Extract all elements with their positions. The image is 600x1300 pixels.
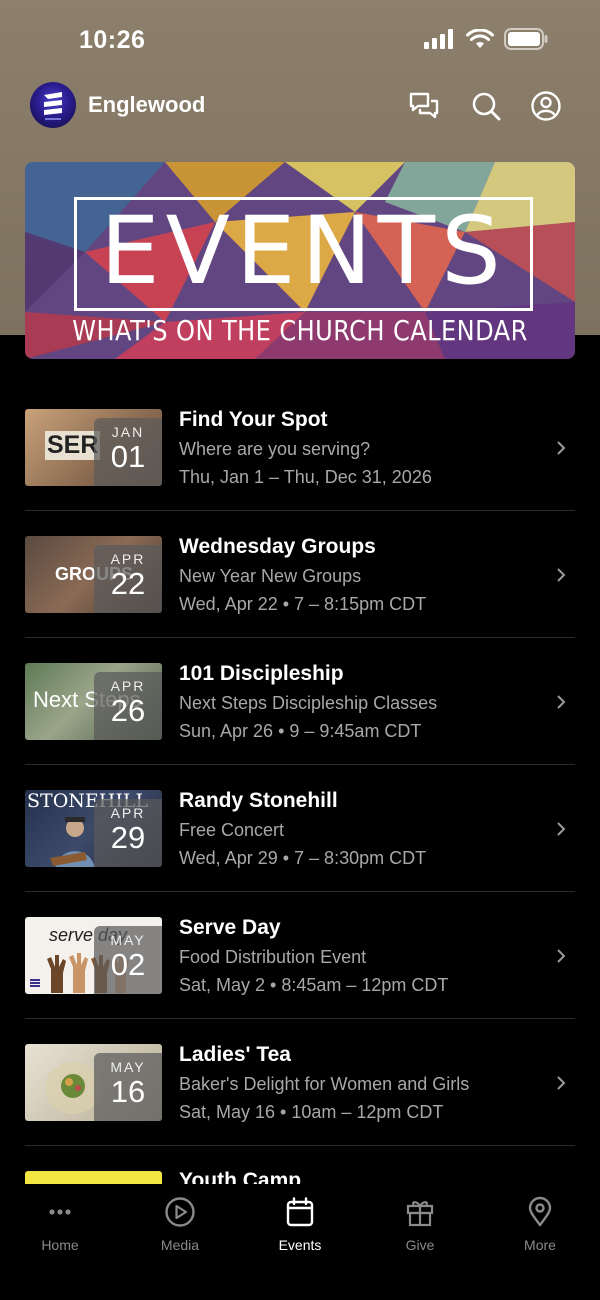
event-date: Sat, May 2 • 8:45am – 12pm CDT — [179, 975, 449, 995]
date-month: APR — [110, 678, 146, 694]
event-thumbnail: MAY 16 — [25, 1044, 162, 1121]
app-header: Englewood — [0, 80, 600, 134]
app-title: Englewood — [88, 92, 206, 117]
tab-events[interactable]: Events — [250, 1196, 350, 1253]
event-row-serve-day[interactable]: serve day MAY 02 Serve Day Food Distribu… — [25, 892, 575, 1019]
event-thumbnail — [25, 1171, 162, 1185]
date-badge: JAN 01 — [94, 418, 162, 486]
chevron-right-icon — [557, 949, 566, 963]
status-bar: 10:26 — [0, 0, 600, 80]
event-subtitle: New Year New Groups — [179, 566, 362, 586]
tab-label: More — [524, 1237, 556, 1253]
events-banner: EVENTS WHAT'S ON THE CHURCH CALENDAR — [25, 162, 575, 359]
date-badge: APR 26 — [94, 672, 162, 740]
event-title: Serve Day — [179, 916, 281, 939]
banner-title: EVENTS — [100, 197, 507, 306]
event-title: Find Your Spot — [179, 408, 328, 431]
event-title: 101 Discipleship — [179, 662, 344, 685]
date-badge: MAY 16 — [94, 1053, 162, 1121]
battery-icon — [504, 28, 548, 50]
date-day: 01 — [110, 439, 146, 474]
events-list: SER JAN 01 Find Your Spot Where are you … — [25, 384, 575, 1146]
tab-home[interactable]: Home — [10, 1196, 110, 1253]
chevron-right-icon — [557, 568, 566, 582]
calendar-icon — [286, 1197, 314, 1227]
status-time: 10:26 — [79, 26, 146, 54]
wifi-icon — [466, 29, 494, 48]
church-mark-icon — [30, 979, 40, 987]
event-title: Randy Stonehill — [179, 789, 338, 812]
thumbnail-text: SER — [45, 431, 101, 460]
event-title: Youth Camp — [179, 1169, 302, 1185]
church-logo-icon — [44, 92, 62, 120]
event-subtitle: Free Concert — [179, 820, 285, 840]
date-day: 02 — [110, 947, 146, 982]
event-date: Wed, Apr 29 • 7 – 8:30pm CDT — [179, 848, 427, 868]
event-thumbnail: STONEHILL APR 29 — [25, 790, 162, 867]
tab-more[interactable]: More — [490, 1196, 590, 1253]
event-row-randy-stonehill[interactable]: STONEHILL APR 29 Randy Stonehill Free Co… — [25, 765, 575, 892]
event-row-ladies-tea[interactable]: MAY 16 Ladies' Tea Baker's Delight for W… — [25, 1019, 575, 1146]
location-pin-icon — [528, 1196, 552, 1227]
signal-icon — [424, 29, 453, 49]
event-thumbnail: serve day MAY 02 — [25, 917, 162, 994]
chevron-right-icon — [557, 1076, 566, 1090]
event-subtitle: Next Steps Discipleship Classes — [179, 693, 438, 713]
event-thumbnail: Next Steps APR 26 — [25, 663, 162, 740]
date-day: 29 — [110, 820, 146, 855]
tab-label: Home — [41, 1237, 79, 1253]
play-circle-icon — [165, 1197, 195, 1227]
church-logo-avatar[interactable] — [30, 82, 76, 128]
more-dots-icon — [49, 1209, 71, 1215]
status-icons — [424, 28, 548, 50]
date-month: APR — [110, 805, 146, 821]
chevron-right-icon — [557, 822, 566, 836]
event-subtitle: Baker's Delight for Women and Girls — [179, 1074, 470, 1094]
gift-icon — [406, 1201, 434, 1227]
date-badge: APR 29 — [94, 799, 162, 867]
date-day: 22 — [110, 566, 146, 601]
event-subtitle: Where are you serving? — [179, 439, 371, 459]
event-date: Sat, May 16 • 10am – 12pm CDT — [179, 1102, 444, 1122]
date-badge: APR 22 — [94, 545, 162, 613]
search-icon[interactable] — [470, 90, 502, 122]
chevron-right-icon — [557, 695, 566, 709]
event-row-find-your-spot[interactable]: SER JAN 01 Find Your Spot Where are you … — [25, 384, 575, 511]
event-date: Sun, Apr 26 • 9 – 9:45am CDT — [179, 721, 422, 741]
event-date: Thu, Jan 1 – Thu, Dec 31, 2026 — [179, 467, 432, 487]
profile-icon[interactable] — [530, 90, 562, 122]
date-month: APR — [110, 551, 146, 567]
chevron-right-icon — [557, 441, 566, 455]
date-month: MAY — [110, 932, 146, 948]
date-day: 16 — [110, 1074, 146, 1109]
date-month: JAN — [111, 424, 145, 440]
tab-label: Give — [405, 1237, 435, 1253]
tab-label: Events — [278, 1237, 322, 1253]
chat-icon[interactable] — [408, 90, 440, 122]
event-title: Ladies' Tea — [179, 1043, 291, 1066]
tab-media[interactable]: Media — [130, 1196, 230, 1253]
tab-give[interactable]: Give — [370, 1196, 470, 1253]
event-subtitle: Food Distribution Event — [179, 947, 367, 967]
date-month: MAY — [110, 1059, 146, 1075]
tab-label: Media — [160, 1237, 200, 1253]
event-row-101-discipleship[interactable]: Next Steps APR 26 101 Discipleship Next … — [25, 638, 575, 765]
date-day: 26 — [110, 693, 146, 728]
event-thumbnail: SER JAN 01 — [25, 409, 162, 486]
date-badge: MAY 02 — [94, 926, 162, 994]
tab-bar: Home Media Events Give More — [0, 1184, 600, 1300]
event-date: Wed, Apr 22 • 7 – 8:15pm CDT — [179, 594, 427, 614]
event-row-wednesday-groups[interactable]: GROUPS APR 22 Wednesday Groups New Year … — [25, 511, 575, 638]
event-title: Wednesday Groups — [179, 535, 376, 558]
banner-subtitle: WHAT'S ON THE CHURCH CALENDAR — [72, 314, 528, 347]
event-thumbnail: GROUPS APR 22 — [25, 536, 162, 613]
event-row-youth-camp[interactable]: Youth Camp — [25, 1165, 575, 1185]
